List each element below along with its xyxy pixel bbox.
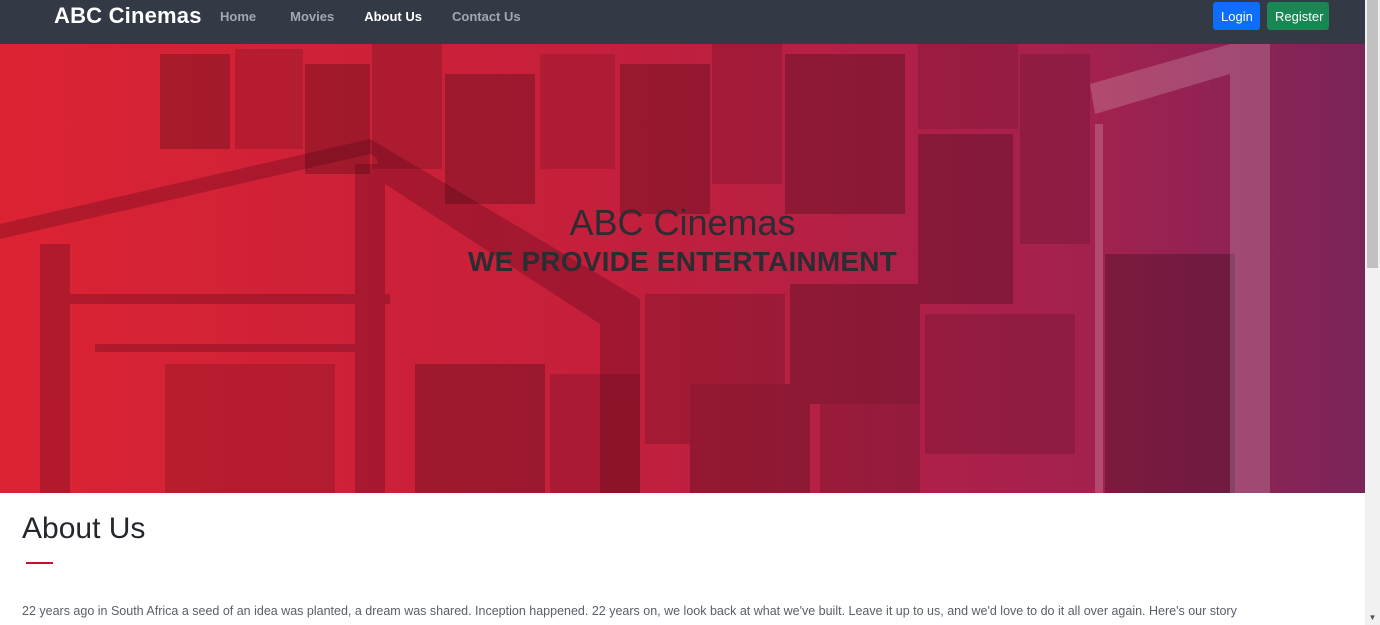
nav-link-about-us[interactable]: About Us: [364, 9, 422, 24]
nav-link-contact-us[interactable]: Contact Us: [452, 9, 521, 24]
about-paragraph: 22 years ago in South Africa a seed of a…: [22, 604, 1237, 618]
nav-link-movies[interactable]: Movies: [290, 9, 334, 24]
nav-links: Home Movies About Us Contact Us: [220, 9, 551, 24]
heading-underline: [26, 562, 53, 564]
top-navbar: ABC Cinemas Home Movies About Us Contact…: [0, 0, 1365, 44]
register-button[interactable]: Register: [1267, 2, 1329, 30]
chevron-down-icon[interactable]: ▼: [1365, 611, 1380, 625]
hero-title: ABC Cinemas: [569, 202, 796, 243]
page: ABC Cinemas Home Movies About Us Contact…: [0, 0, 1365, 625]
page-scrollbar[interactable]: ▲ ▼: [1365, 0, 1380, 625]
login-button[interactable]: Login: [1213, 2, 1260, 30]
nav-link-home[interactable]: Home: [220, 9, 256, 24]
hero-subtitle: WE PROVIDE ENTERTAINMENT: [468, 246, 897, 277]
scrollbar-thumb[interactable]: [1367, 0, 1378, 268]
brand-logo[interactable]: ABC Cinemas: [54, 3, 202, 29]
about-heading: About Us: [22, 512, 146, 545]
hero-banner: ABC Cinemas WE PROVIDE ENTERTAINMENT: [0, 44, 1365, 493]
